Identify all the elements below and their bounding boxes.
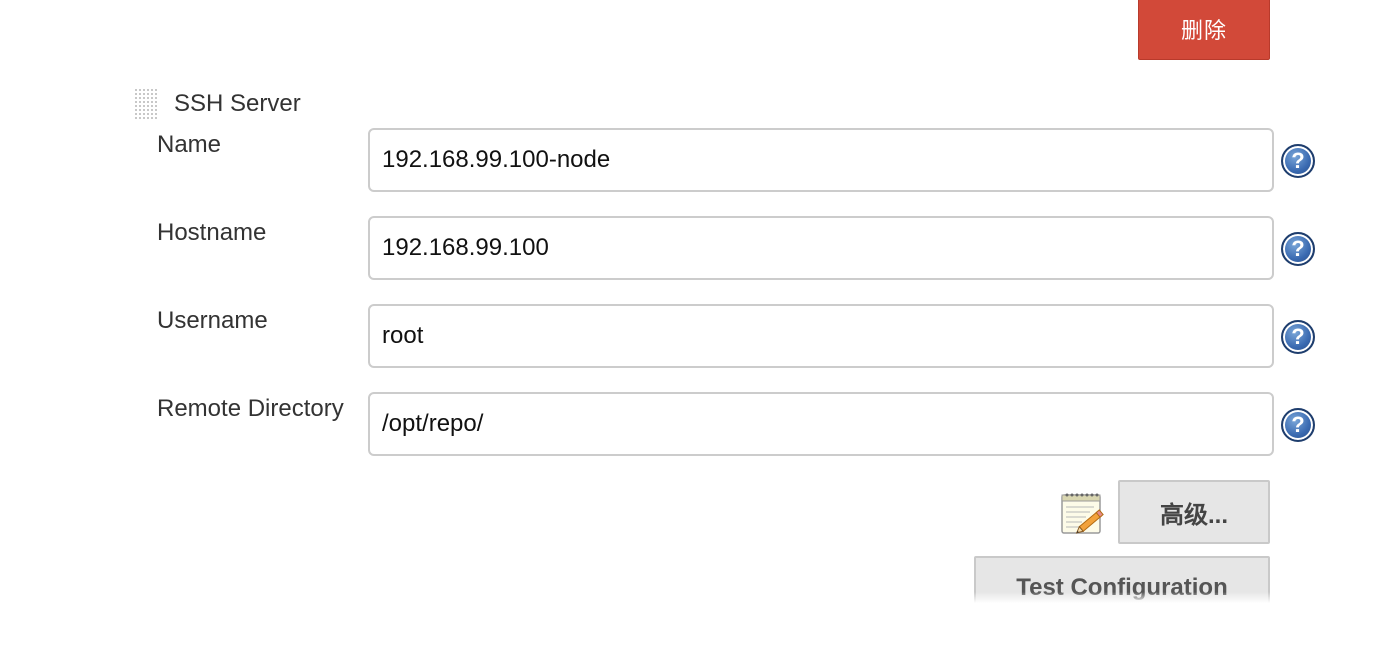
ssh-server-header: SSH Server	[134, 86, 301, 122]
name-help-icon[interactable]: ?	[1281, 144, 1315, 178]
name-label: Name	[157, 131, 222, 158]
advanced-button[interactable]: 高级...	[1118, 480, 1270, 544]
remote-directory-label: Remote Directory	[157, 395, 344, 422]
notepad-pencil-icon[interactable]	[1060, 490, 1106, 536]
ssh-server-config-page: 删除 SSH Server Name ? Hostname ? Username…	[0, 0, 1374, 672]
username-field[interactable]	[368, 304, 1274, 368]
name-field[interactable]	[368, 128, 1274, 192]
drag-handle-icon[interactable]	[134, 86, 158, 122]
delete-button[interactable]: 删除	[1138, 0, 1270, 60]
remote-directory-help-icon[interactable]: ?	[1281, 408, 1315, 442]
username-label: Username	[157, 307, 268, 334]
hostname-label: Hostname	[157, 219, 267, 246]
test-configuration-button[interactable]: Test Configuration	[974, 556, 1270, 620]
hostname-help-icon[interactable]: ?	[1281, 232, 1315, 266]
hostname-field[interactable]	[368, 216, 1274, 280]
section-title: SSH Server	[174, 90, 301, 117]
username-help-icon[interactable]: ?	[1281, 320, 1315, 354]
remote-directory-field[interactable]	[368, 392, 1274, 456]
